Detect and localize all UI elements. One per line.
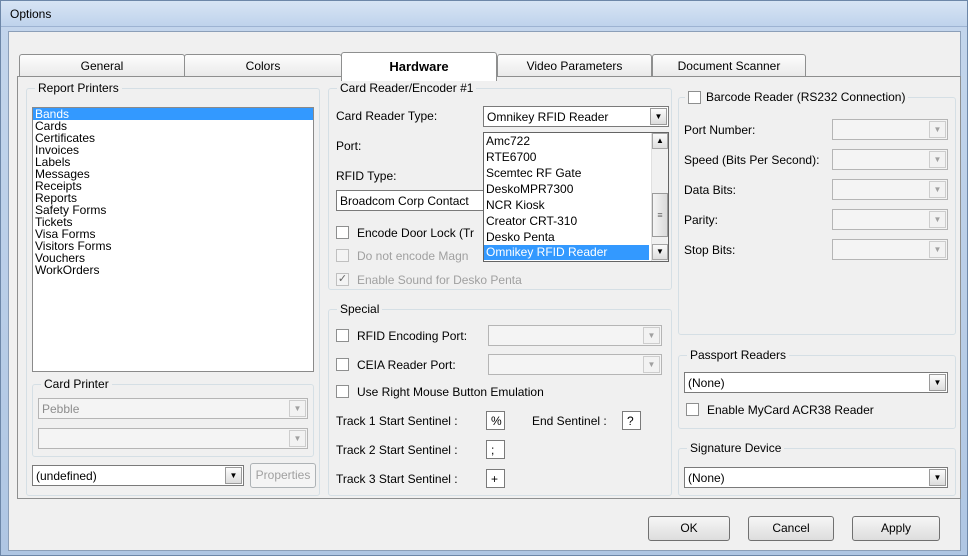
port-number-label: Port Number:	[684, 123, 756, 137]
ceia-reader-port-label: CEIA Reader Port:	[357, 358, 456, 372]
apply-button[interactable]: Apply	[852, 516, 940, 541]
data-bits-label: Data Bits:	[684, 183, 737, 197]
list-item[interactable]: WorkOrders	[33, 264, 313, 276]
dropdown-option[interactable]: Creator CRT-310	[486, 214, 577, 228]
report-printers-legend: Report Printers	[35, 81, 122, 95]
special-legend: Special	[337, 302, 383, 316]
dropdown-option[interactable]: DeskoMPR7300	[486, 182, 573, 196]
chevron-down-icon[interactable]: ▼	[929, 241, 946, 258]
ceia-reader-port-checkbox[interactable]	[336, 358, 349, 371]
encode-door-lock-checkbox[interactable]	[336, 226, 349, 239]
chevron-down-icon[interactable]: ▼	[929, 211, 946, 228]
passport-readers-legend: Passport Readers	[687, 348, 790, 362]
passport-reader-select[interactable]: (None) ▼	[684, 372, 948, 393]
rfid-type-value: Broadcom Corp Contact	[340, 194, 469, 208]
passport-reader-value: (None)	[688, 376, 725, 390]
card-reader-type-label: Card Reader Type:	[336, 109, 438, 123]
scroll-up-icon[interactable]: ▲	[652, 133, 668, 149]
printer-driver-value: (undefined)	[36, 469, 97, 483]
do-not-encode-checkbox[interactable]	[336, 249, 349, 262]
chevron-down-icon[interactable]: ▼	[650, 108, 667, 125]
enable-mycard-checkbox[interactable]	[686, 403, 699, 416]
data-bits-select[interactable]: ▼	[832, 179, 948, 200]
window-title: Options	[10, 7, 52, 21]
rfid-type-label: RFID Type:	[336, 169, 397, 183]
ceia-reader-port-select[interactable]: ▼	[488, 354, 662, 375]
chevron-down-icon[interactable]: ▼	[289, 430, 306, 447]
enable-mycard-label: Enable MyCard ACR38 Reader	[707, 403, 874, 417]
parity-select[interactable]: ▼	[832, 209, 948, 230]
list-item[interactable]: Bands	[33, 108, 313, 120]
signature-device-value: (None)	[688, 471, 725, 485]
card-printer-select[interactable]: Pebble ▼	[38, 398, 308, 419]
track1-field[interactable]: %	[486, 411, 505, 430]
stop-bits-label: Stop Bits:	[684, 243, 736, 257]
ok-button[interactable]: OK	[648, 516, 730, 541]
chevron-down-icon[interactable]: ▼	[643, 327, 660, 344]
chevron-down-icon[interactable]: ▼	[929, 181, 946, 198]
chevron-down-icon[interactable]: ▼	[929, 151, 946, 168]
list-item[interactable]: Invoices	[33, 144, 313, 156]
scroll-thumb[interactable]: ≡	[652, 193, 668, 237]
chevron-down-icon[interactable]: ▼	[225, 467, 242, 484]
speed-label: Speed (Bits Per Second):	[684, 153, 820, 167]
properties-button[interactable]: Properties	[250, 463, 316, 488]
encode-door-lock-label: Encode Door Lock (Tr	[357, 226, 474, 240]
card-reader-type-value: Omnikey RFID Reader	[487, 110, 609, 124]
card-reader-legend: Card Reader/Encoder #1	[337, 81, 477, 95]
title-bar[interactable]: Options	[1, 1, 967, 27]
tab-hardware[interactable]: Hardware	[341, 52, 497, 81]
stop-bits-select[interactable]: ▼	[832, 239, 948, 260]
options-window: Options General Colors Hardware Video Pa…	[0, 0, 968, 556]
signature-device-legend: Signature Device	[687, 441, 785, 455]
track2-field[interactable]: ;	[486, 440, 505, 459]
report-printers-list[interactable]: Bands Cards Certificates Invoices Labels…	[32, 107, 314, 372]
chevron-down-icon[interactable]: ▼	[643, 356, 660, 373]
dropdown-option-selected[interactable]: Omnikey RFID Reader	[484, 245, 649, 260]
enable-sound-label: Enable Sound for Desko Penta	[357, 273, 522, 287]
dropdown-scrollbar[interactable]: ▲ ≡ ▼	[651, 133, 668, 261]
card-printer-value: Pebble	[42, 402, 80, 416]
card-reader-type-dropdown[interactable]: Amc722 RTE6700 Scemtec RF Gate DeskoMPR7…	[483, 132, 669, 262]
card-printer-legend: Card Printer	[41, 377, 112, 391]
barcode-reader-checkbox[interactable]	[688, 91, 701, 105]
list-item[interactable]: Safety Forms	[33, 204, 313, 216]
dropdown-option[interactable]: NCR Kiosk	[486, 198, 545, 212]
barcode-reader-legend: Barcode Reader (RS232 Connection)	[706, 90, 906, 104]
do-not-encode-label: Do not encode Magn	[357, 249, 469, 263]
track3-field[interactable]: +	[486, 469, 505, 488]
parity-label: Parity:	[684, 213, 719, 227]
right-mouse-label: Use Right Mouse Button Emulation	[357, 385, 544, 399]
dropdown-option[interactable]: RTE6700	[486, 150, 536, 164]
dropdown-option[interactable]: Amc722	[486, 134, 530, 148]
rfid-encoding-port-select[interactable]: ▼	[488, 325, 662, 346]
signature-device-select[interactable]: (None) ▼	[684, 467, 948, 488]
port-number-select[interactable]: ▼	[832, 119, 948, 140]
chevron-down-icon[interactable]: ▼	[929, 374, 946, 391]
dropdown-option[interactable]: Desko Penta	[486, 230, 555, 244]
enable-sound-checkbox[interactable]: ✓	[336, 273, 349, 286]
track1-label: Track 1 Start Sentinel :	[336, 414, 458, 428]
dropdown-option[interactable]: Scemtec RF Gate	[486, 166, 581, 180]
rfid-encoding-port-label: RFID Encoding Port:	[357, 329, 468, 343]
chevron-down-icon[interactable]: ▼	[289, 400, 306, 417]
end-sentinel-label: End Sentinel :	[532, 414, 607, 428]
port-label: Port:	[336, 139, 362, 153]
rfid-type-select[interactable]: Broadcom Corp Contact	[336, 190, 486, 211]
rfid-encoding-port-checkbox[interactable]	[336, 329, 349, 342]
track2-label: Track 2 Start Sentinel :	[336, 443, 458, 457]
cancel-button[interactable]: Cancel	[748, 516, 834, 541]
chevron-down-icon[interactable]: ▼	[929, 121, 946, 138]
card-printer-secondary-select[interactable]: ▼	[38, 428, 308, 449]
printer-driver-select[interactable]: (undefined) ▼	[32, 465, 244, 486]
card-reader-type-select[interactable]: Omnikey RFID Reader ▼	[483, 106, 669, 127]
chevron-down-icon[interactable]: ▼	[929, 469, 946, 486]
end-sentinel-field[interactable]: ?	[622, 411, 641, 430]
right-mouse-checkbox[interactable]	[336, 385, 349, 398]
speed-select[interactable]: ▼	[832, 149, 948, 170]
track3-label: Track 3 Start Sentinel :	[336, 472, 458, 486]
scroll-down-icon[interactable]: ▼	[652, 244, 668, 260]
